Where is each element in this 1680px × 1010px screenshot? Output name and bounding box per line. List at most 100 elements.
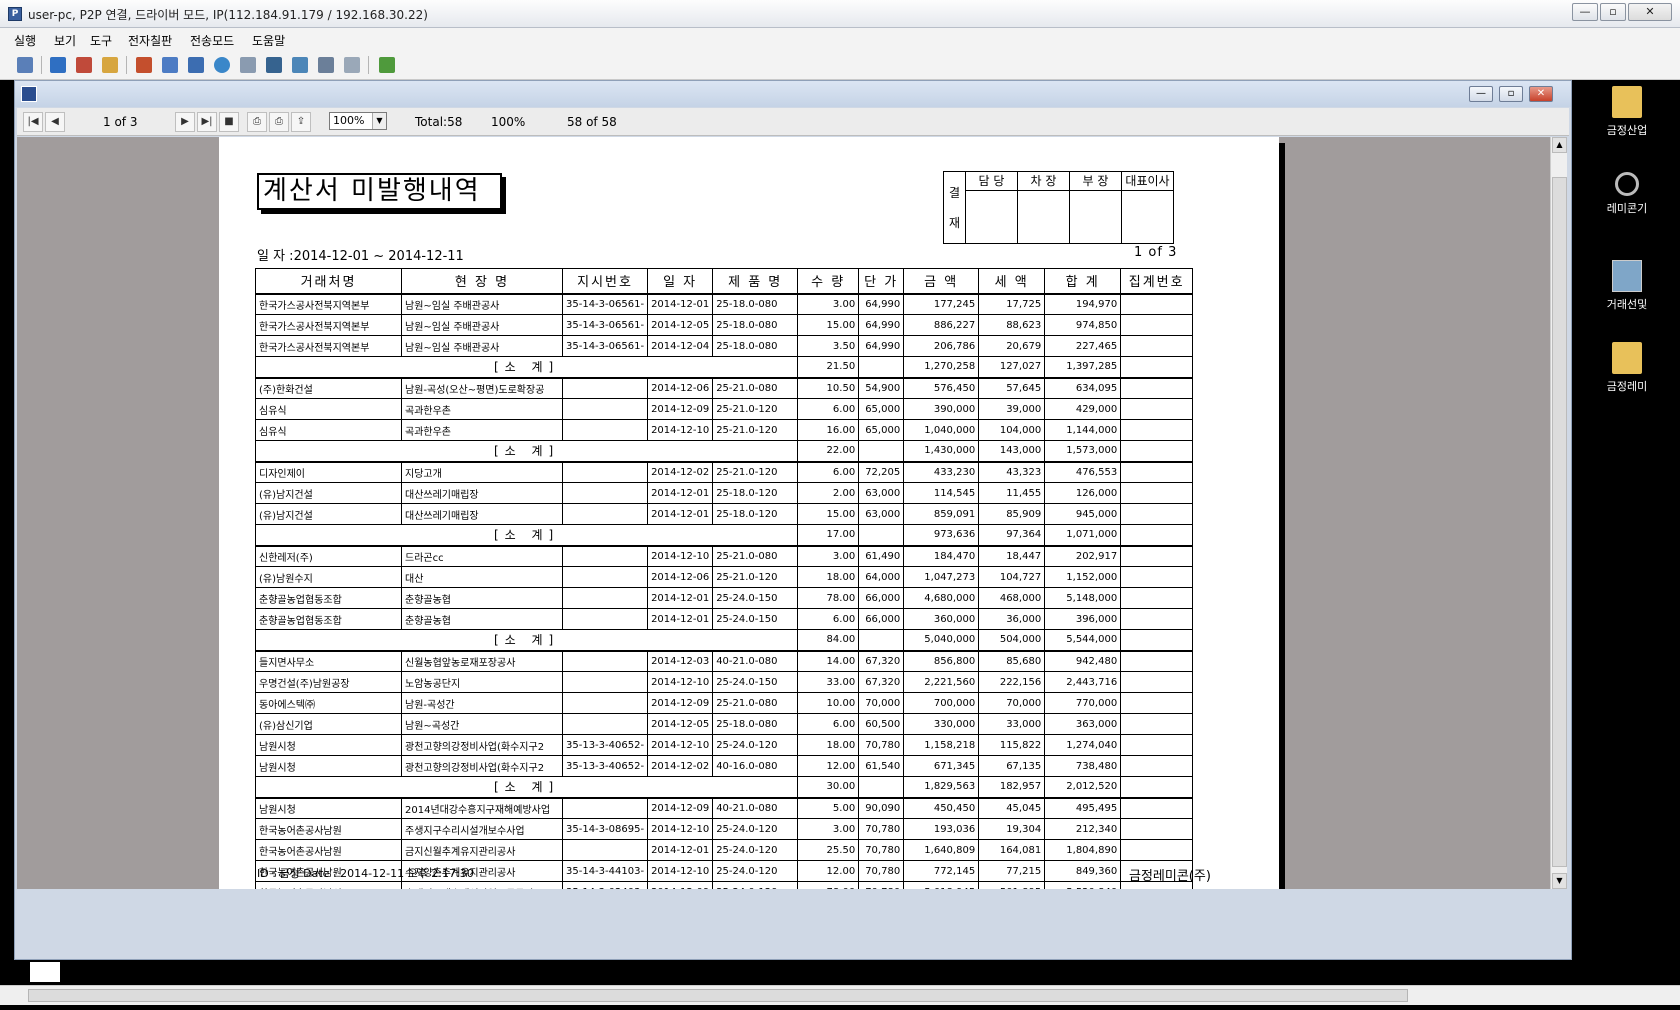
table-cell: 70,780 (858, 818, 905, 840)
table-cell: 194,970 (1044, 293, 1122, 315)
zoom-select[interactable]: 100% ▼ (329, 112, 387, 130)
table-cell: 2014-12-05 (647, 314, 714, 336)
table-cell: 16.00 (797, 419, 860, 441)
table-cell: 2,443,716 (1044, 671, 1122, 693)
print-setup-icon[interactable]: ⎙ (269, 112, 289, 132)
horizontal-scrollbar[interactable] (0, 985, 1680, 1005)
table-cell: 3.50 (797, 335, 860, 357)
report-close-button[interactable]: ✕ (1529, 86, 1553, 102)
desktop-shortcut[interactable]: 금정산업 (1577, 86, 1677, 138)
table-cell: 104,727 (978, 566, 1046, 588)
table-row: 우명건설(주)남원공장 노암농공단지 2014-12-10 25-24.0-150 33… (255, 671, 1194, 693)
desktop-shortcut[interactable]: 금정레미 (1577, 342, 1677, 394)
table-cell (561, 797, 649, 819)
scroll-up-icon[interactable]: ▲ (1552, 137, 1567, 153)
scroll-thumb[interactable] (1552, 177, 1567, 867)
column-header: 집계번호 (1120, 268, 1194, 295)
menu-whiteboard[interactable]: 전자칠판 (128, 32, 172, 49)
menu-tools[interactable]: 도구 (90, 32, 112, 49)
screen3-icon[interactable] (185, 54, 207, 76)
report-viewer-window: — ▫ ✕ |◀ ◀ 1 of 3 ▶ ▶| ■ ⎙ ⎙ ⇪ 100% ▼ To… (14, 80, 1572, 960)
refresh-icon[interactable] (99, 54, 121, 76)
zoom-value: 100% (333, 114, 365, 127)
maximize-button[interactable]: ▫ (1600, 3, 1626, 21)
screen2-icon[interactable] (159, 54, 181, 76)
remote-icon[interactable] (73, 54, 95, 76)
stop-button[interactable]: ■ (219, 112, 239, 132)
table-cell: 송내지구배수개선사업토목공사 (401, 881, 563, 889)
table-cell: 노암농공단지 (401, 671, 563, 693)
screen1-icon[interactable] (133, 54, 155, 76)
report-viewport: 계산서 미발행내역 결 재 담 당 차 장 부 장 대표이사 일 자 :2014… (17, 137, 1550, 889)
report-maximize-button[interactable]: ▫ (1499, 86, 1523, 102)
table-cell: 20,679 (978, 335, 1046, 357)
approval-sign-cell (965, 189, 1018, 244)
table-cell (1120, 650, 1194, 672)
table-cell: 5,148,000 (1044, 587, 1122, 609)
lan-icon[interactable] (263, 54, 285, 76)
table-cell: 973,636 (903, 524, 980, 547)
close-button[interactable]: ✕ (1628, 3, 1672, 21)
table-cell: 974,850 (1044, 314, 1122, 336)
table-cell: 67,320 (858, 650, 905, 672)
multi-monitor-icon[interactable] (315, 54, 337, 76)
table-cell: 1,829,563 (903, 776, 980, 799)
vertical-scrollbar[interactable]: ▲ ▼ (1550, 137, 1567, 889)
menu-run[interactable]: 실행 (14, 32, 36, 49)
report-minimize-button[interactable]: — (1469, 86, 1493, 102)
table-cell: 330,000 (903, 713, 980, 735)
table-cell: 33.00 (797, 671, 860, 693)
menu-help[interactable]: 도움말 (252, 32, 285, 49)
table-cell: 25-18.0-080 (712, 293, 799, 315)
column-header: 수 량 (797, 268, 860, 295)
table-cell: 576,450 (903, 377, 980, 399)
table-cell: 363,000 (1044, 713, 1122, 735)
print-icon[interactable]: ⎙ (247, 112, 267, 132)
menu-view[interactable]: 보기 (54, 32, 76, 49)
table-cell: 2014-12-01 (647, 608, 714, 630)
scroll-down-icon[interactable]: ▼ (1552, 873, 1567, 889)
approval-role: 대표이사 (1121, 171, 1174, 191)
table-cell: 429,000 (1044, 398, 1122, 420)
next-page-button[interactable]: ▶ (175, 112, 195, 132)
table-cell: 39,000 (978, 398, 1046, 420)
table-cell: (유)남지건설 (255, 482, 402, 504)
monitor-icon[interactable] (47, 54, 69, 76)
table-cell: 17,725 (978, 293, 1046, 315)
table-cell: 227,465 (1044, 335, 1122, 357)
table-cell: 700,000 (903, 692, 980, 714)
table-cell: 70,000 (858, 692, 905, 714)
minimize-button[interactable]: — (1572, 3, 1598, 21)
settings-icon[interactable] (341, 54, 363, 76)
table-cell: 25-18.0-120 (712, 503, 799, 525)
first-page-button[interactable]: |◀ (23, 112, 43, 132)
doc-icon[interactable] (289, 54, 311, 76)
table-cell (858, 776, 905, 799)
page-number: 1 of 3 (1134, 245, 1178, 260)
table-cell (1120, 440, 1194, 463)
transfer-icon[interactable] (211, 54, 233, 76)
scroll-thumb[interactable] (28, 989, 1408, 1002)
table-cell (561, 377, 649, 399)
table-cell: 2014년대강수흥지구재해예방사업 (401, 797, 563, 819)
table-cell: 2014-12-09 (647, 797, 714, 819)
table-row: 동아에스텍㈜ 남원-곡성간 2014-12-09 25-21.0-080 10.00 70… (255, 692, 1194, 714)
table-cell: 금지신월추계유지관리공사 (401, 839, 563, 861)
export-icon[interactable]: ⇪ (291, 112, 311, 132)
disconnect-icon[interactable] (376, 54, 398, 76)
table-cell: 30.00 (797, 776, 860, 799)
last-page-button[interactable]: ▶| (197, 112, 217, 132)
prev-page-button[interactable]: ◀ (45, 112, 65, 132)
approval-sign-cell (1017, 189, 1070, 244)
network-icon[interactable] (14, 54, 36, 76)
menu-transfer-mode[interactable]: 전송모드 (190, 32, 234, 49)
tray-icon[interactable] (30, 962, 60, 982)
toolbar (0, 50, 1680, 80)
users-icon[interactable] (237, 54, 259, 76)
desktop-shortcut[interactable]: 거래선및 (1577, 260, 1677, 312)
table-cell: 25.50 (797, 839, 860, 861)
table-cell: 35-14-3-06561- (561, 314, 649, 336)
table-cell: 남원-곡성(오산~평면)도로확장공 (401, 377, 563, 399)
desktop-shortcut[interactable]: 레미콘기 (1577, 172, 1677, 216)
table-cell: 115,822 (978, 734, 1046, 756)
